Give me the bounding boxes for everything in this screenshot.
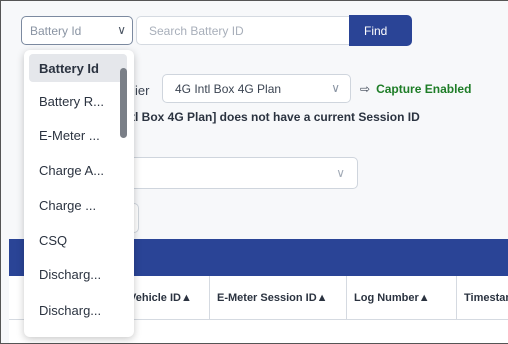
chevron-down-icon: ∨: [331, 81, 340, 95]
dropdown-option[interactable]: Discharg...: [29, 296, 127, 324]
dropdown-option[interactable]: Battery R...: [29, 87, 127, 115]
search-input[interactable]: Search Battery ID: [136, 16, 350, 45]
plan-select[interactable]: 4G Intl Box 4G Plan ∨: [162, 74, 351, 103]
dropdown-option[interactable]: E-Meter ...: [29, 121, 127, 149]
dropdown-option[interactable]: Charge ...: [29, 191, 127, 219]
dropdown-option[interactable]: Discharg...: [29, 260, 127, 288]
search-field-dropdown: Battery Id Battery R... E-Meter ... Char…: [24, 50, 134, 337]
dropdown-option[interactable]: CSQ: [29, 226, 127, 254]
dropdown-option[interactable]: Charge A...: [29, 156, 127, 184]
column-header-emeter-session-id[interactable]: E-Meter Session ID▲: [209, 276, 346, 319]
column-header-timestamp[interactable]: Timestamp: [456, 276, 508, 319]
search-field-select-value: Battery Id: [30, 24, 82, 38]
session-warning: tl Box 4G Plan] does not have a current …: [131, 110, 420, 124]
column-header-log-number[interactable]: Log Number▲: [346, 276, 456, 319]
app-frame: Battery Id ∨ Search Battery ID Find ier …: [0, 0, 508, 344]
chevron-down-icon: ∨: [336, 166, 345, 180]
dropdown-option[interactable]: Battery Id: [29, 54, 127, 82]
capture-status: ⇨ Capture Enabled: [360, 82, 471, 96]
search-input-placeholder: Search Battery ID: [149, 24, 244, 38]
dropdown-scrollbar[interactable]: [120, 68, 127, 138]
tier-label: ier: [135, 83, 150, 98]
arrow-right-icon: ⇨: [360, 82, 371, 96]
capture-status-text: Capture Enabled: [376, 82, 472, 96]
plan-select-value: 4G Intl Box 4G Plan: [175, 82, 282, 96]
column-header-vehicle-id[interactable]: Vehicle ID▲: [121, 276, 209, 319]
find-button[interactable]: Find: [349, 15, 412, 46]
chevron-down-icon: ∨: [117, 23, 126, 37]
search-field-select[interactable]: Battery Id ∨: [21, 16, 133, 45]
session-select[interactable]: ∨: [119, 157, 358, 189]
